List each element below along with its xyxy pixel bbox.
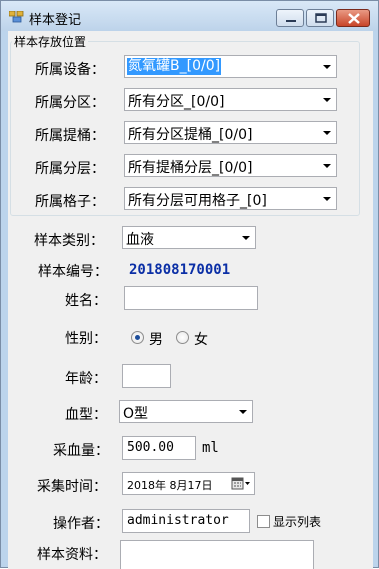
calendar-icon[interactable]	[231, 476, 251, 491]
maximize-icon	[315, 13, 327, 23]
chevron-down-icon	[323, 164, 331, 168]
sample-type-label: 样本类别：	[34, 233, 104, 249]
chevron-down-icon	[323, 197, 331, 201]
collect-time-label: 采集时间：	[37, 479, 107, 495]
layer-label: 所属分层：	[35, 161, 105, 177]
sample-no-label: 样本编号：	[38, 264, 108, 280]
blood-type-combo[interactable]: O型	[119, 400, 253, 423]
operator-input[interactable]: administrator	[122, 509, 250, 533]
bucket-combo[interactable]: 所有分区提桶_[0/0]	[124, 121, 337, 144]
gender-female-radio[interactable]	[176, 331, 189, 344]
device-value: 氮氧罐B_[0/0]	[127, 58, 222, 75]
age-label: 年龄：	[65, 371, 107, 387]
chevron-down-icon	[323, 65, 331, 69]
zone-combo[interactable]: 所有分区_[0/0]	[124, 88, 337, 111]
operator-value: administrator	[127, 513, 229, 528]
sample-type-combo[interactable]: 血液	[122, 226, 256, 249]
show-list-checkbox[interactable]	[257, 515, 270, 528]
blood-type-value: O型	[123, 406, 149, 422]
bucket-value: 所有分区提桶_[0/0]	[128, 127, 253, 143]
close-button[interactable]	[336, 9, 370, 27]
name-input[interactable]	[124, 286, 258, 310]
cell-combo[interactable]: 所有分层可用格子_[0]	[124, 187, 337, 210]
collect-time-picker[interactable]: 2018年 8月17日	[122, 472, 255, 495]
chevron-down-icon	[323, 131, 331, 135]
storage-location-legend: 样本存放位置	[12, 33, 89, 50]
gender-male-label[interactable]: 男	[149, 329, 163, 349]
chevron-down-icon	[242, 236, 250, 240]
zone-label: 所属分区：	[35, 95, 105, 111]
blood-volume-value: 500.00	[127, 440, 174, 455]
age-input[interactable]	[122, 364, 171, 388]
close-icon	[348, 13, 360, 24]
cell-label: 所属格子：	[35, 194, 105, 210]
device-combo[interactable]: 氮氧罐B_[0/0]	[124, 55, 337, 78]
form-client-area: 样本存放位置 所属设备： 氮氧罐B_[0/0] 所属分区： 所有分区_[0/0]…	[8, 31, 373, 569]
title-bar[interactable]: 样本登记	[1, 1, 378, 31]
blood-volume-label: 采血量：	[53, 443, 109, 459]
sample-no-value: 201808170001	[129, 262, 231, 278]
chevron-down-icon	[323, 98, 331, 102]
window-title: 样本登记	[29, 13, 82, 28]
app-icon	[9, 11, 24, 23]
layer-value: 所有提桶分层_[0/0]	[128, 160, 253, 176]
radio-selected-dot	[135, 335, 140, 340]
gender-label: 性别：	[65, 331, 107, 347]
blood-volume-unit: ml	[202, 440, 219, 456]
cell-value: 所有分层可用格子_[0]	[128, 193, 267, 209]
minimize-icon	[286, 20, 296, 22]
device-label: 所属设备：	[35, 62, 105, 78]
name-label: 姓名：	[65, 293, 107, 309]
blood-volume-input[interactable]: 500.00	[122, 436, 196, 460]
bucket-label: 所属提桶：	[35, 128, 105, 144]
sample-registration-window: 样本登记 样本存放位置 所属设备： 氮氧罐B_[0/0] 所属分区： 所有分区_…	[0, 0, 379, 569]
operator-label: 操作者：	[53, 516, 109, 532]
minimize-button[interactable]	[276, 9, 304, 27]
sample-type-value: 血液	[126, 232, 154, 248]
zone-value: 所有分区_[0/0]	[128, 94, 225, 110]
gender-female-label[interactable]: 女	[194, 329, 208, 349]
blood-type-label: 血型：	[65, 407, 107, 423]
gender-male-radio[interactable]	[131, 331, 144, 344]
layer-combo[interactable]: 所有提桶分层_[0/0]	[124, 154, 337, 177]
sample-info-input[interactable]	[120, 540, 314, 569]
show-list-label[interactable]: 显示列表	[273, 513, 321, 530]
sample-info-label: 样本资料：	[37, 547, 107, 563]
chevron-down-icon	[239, 410, 247, 414]
collect-time-value: 2018年 8月17日	[127, 479, 213, 492]
maximize-button[interactable]	[306, 9, 334, 27]
